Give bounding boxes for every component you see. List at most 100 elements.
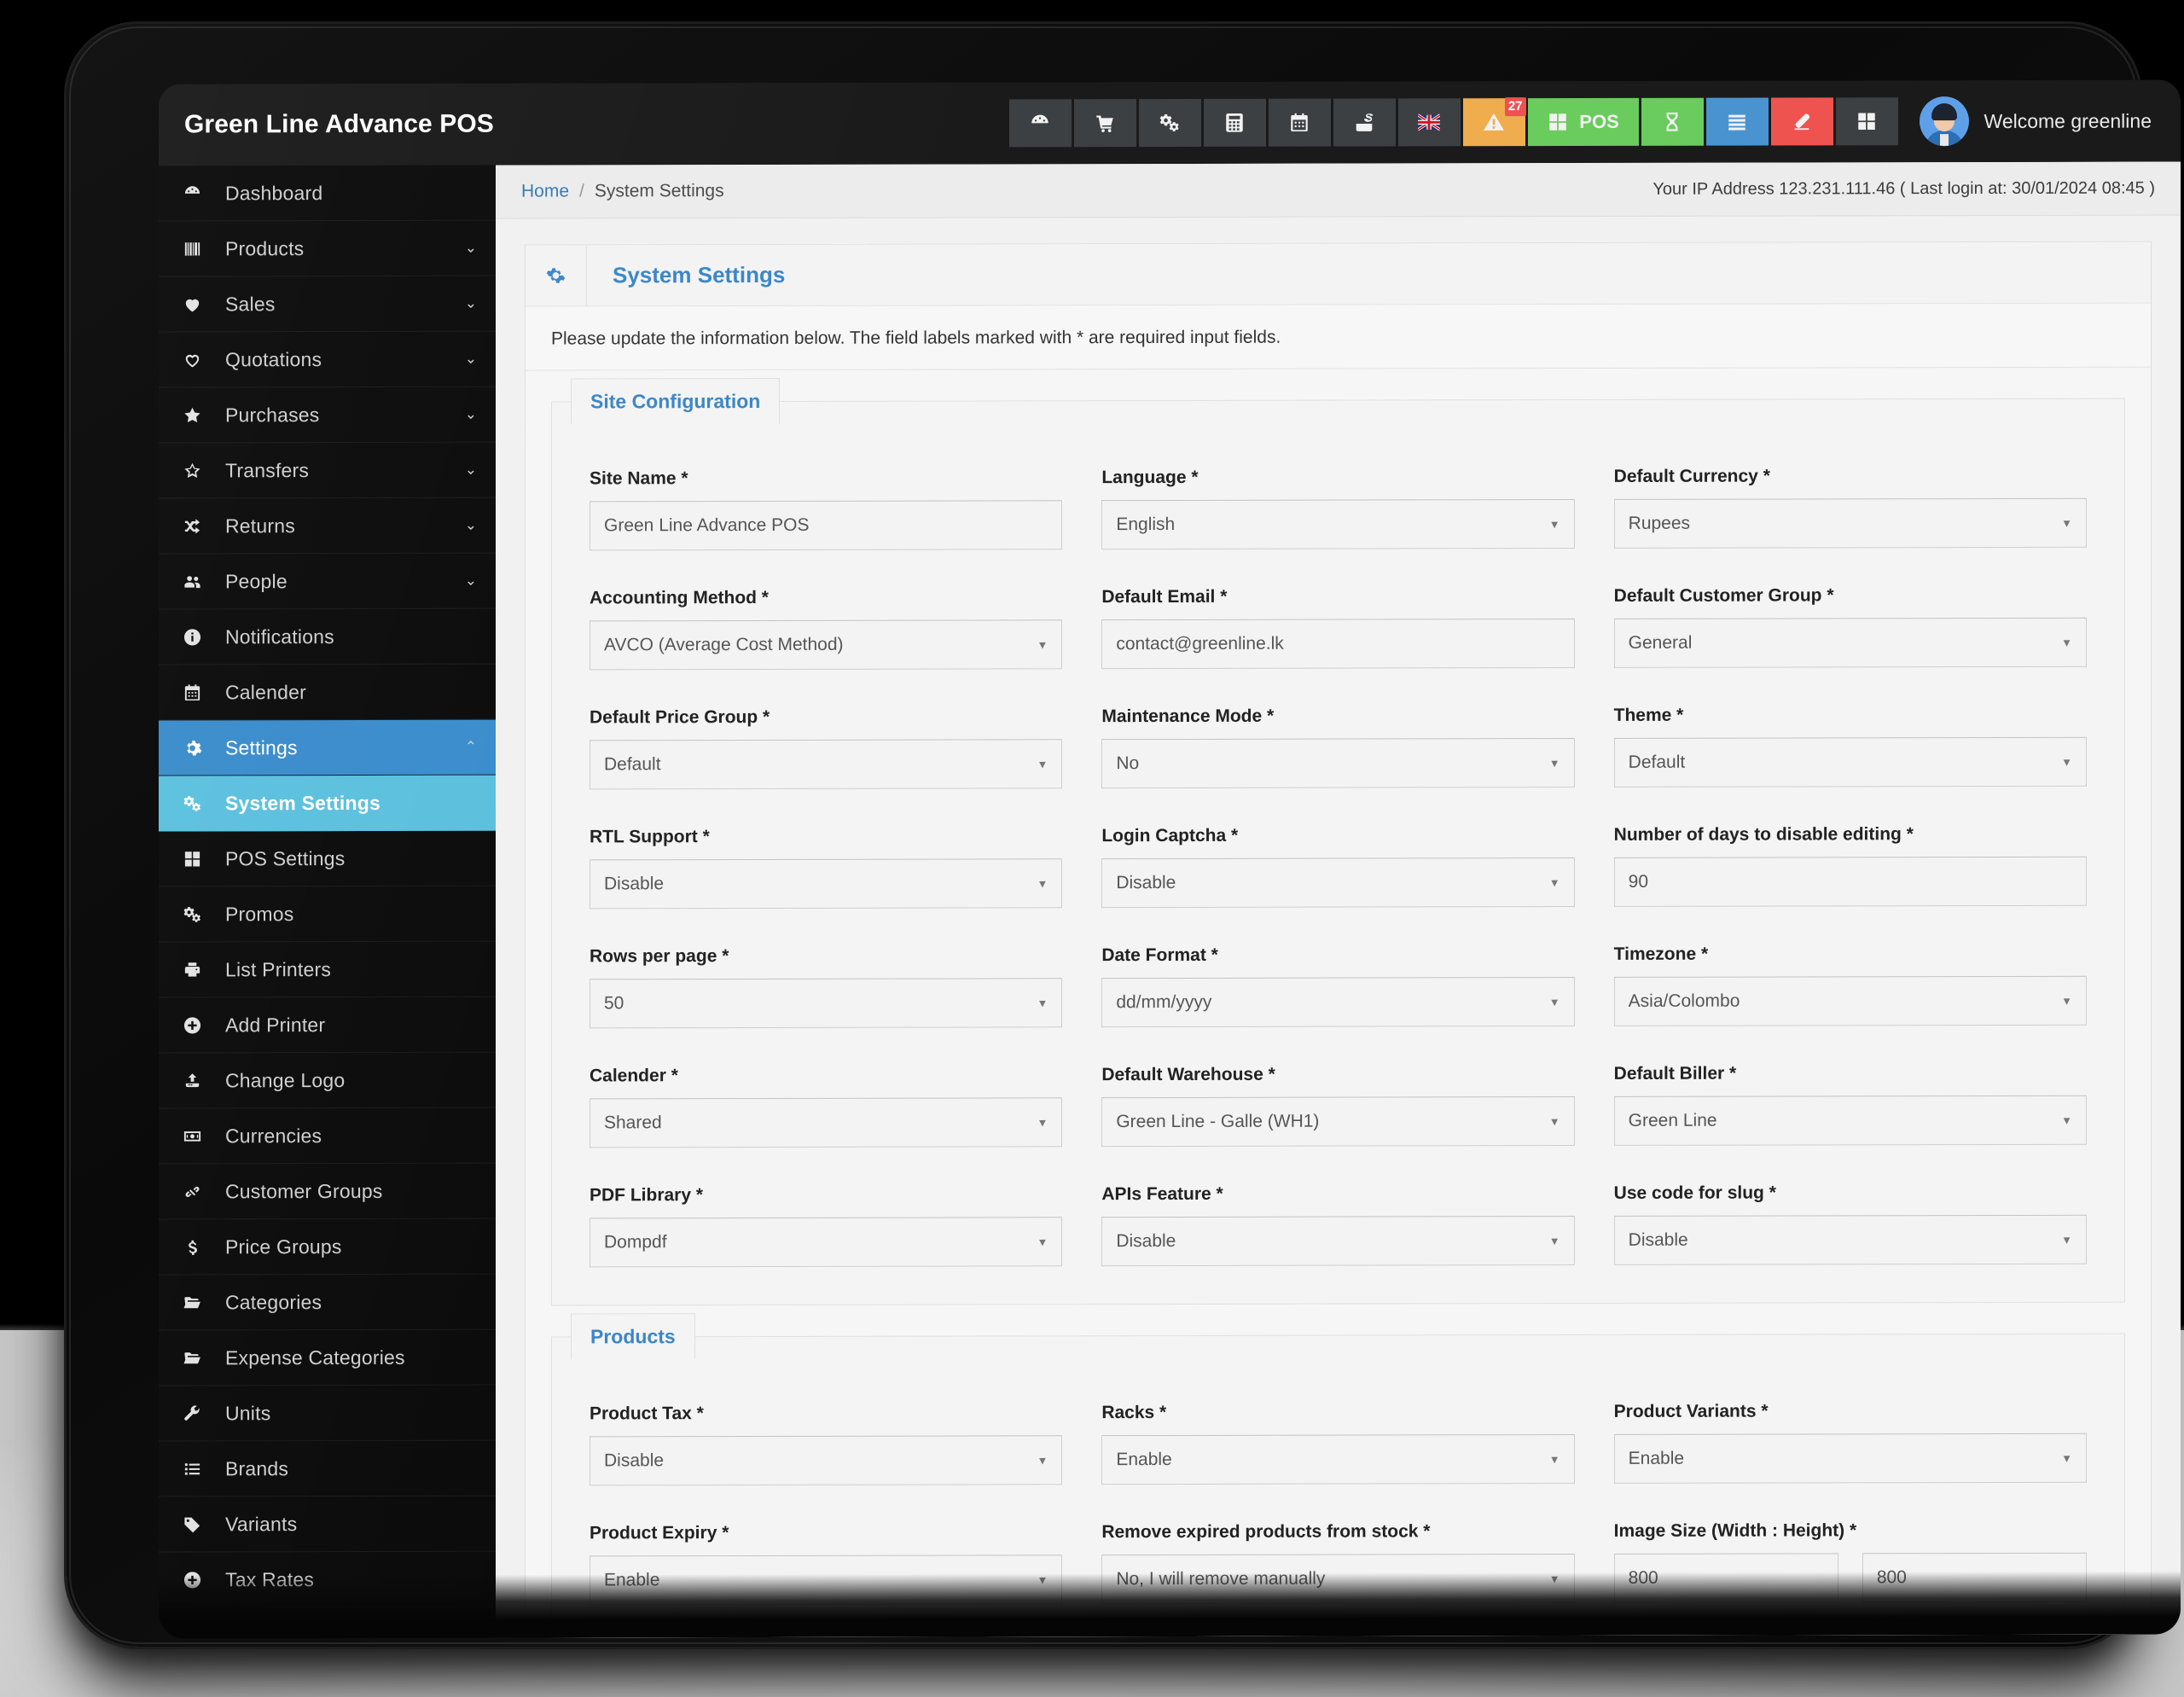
image-size-width-input[interactable]: 800: [1613, 1553, 1838, 1603]
sidebar-item-units[interactable]: Units: [159, 1385, 496, 1442]
sidebar-item-currencies[interactable]: Currencies: [159, 1107, 496, 1165]
gears-icon: [159, 904, 225, 924]
form-field: Date Format * dd/mm/yyyy ▼: [1101, 907, 1575, 1028]
pos-button[interactable]: POS: [1527, 97, 1639, 147]
calendar-icon[interactable]: [1268, 98, 1331, 147]
sidebar-item-change-logo[interactable]: Change Logo: [159, 1052, 496, 1109]
select-dropdown[interactable]: Disable ▼: [590, 858, 1063, 910]
listul-icon: [159, 1459, 225, 1479]
field-value: 800: [1876, 1567, 1907, 1588]
field-label: RTL Support *: [590, 827, 710, 847]
plus-icon: [159, 1015, 225, 1035]
sidebar-item-promos[interactable]: Promos: [159, 886, 496, 943]
select-dropdown[interactable]: Enable ▼: [1101, 1434, 1575, 1485]
apps-grid-icon[interactable]: [1835, 97, 1898, 146]
text-input[interactable]: Green Line Advance POS: [590, 500, 1063, 551]
chevron-down-icon: ▼: [2061, 636, 2072, 649]
sidebar-item-people[interactable]: People ⌄: [159, 553, 496, 610]
select-dropdown[interactable]: AVCO (Average Cost Method) ▼: [590, 619, 1063, 671]
sidebar-item-brands[interactable]: Brands: [159, 1440, 496, 1497]
eraser-icon[interactable]: [1770, 97, 1833, 146]
select-dropdown[interactable]: General ▼: [1613, 617, 2087, 668]
sidebar-item-label: People: [225, 569, 288, 592]
dashboard-icon[interactable]: [1008, 99, 1072, 148]
image-size-height-input[interactable]: 800: [1862, 1552, 2087, 1603]
field-label: Date Format *: [1101, 944, 1218, 966]
chevron-down-icon: ▼: [1037, 637, 1048, 651]
sidebar-item-add-printer[interactable]: Add Printer: [159, 997, 496, 1054]
select-dropdown[interactable]: dd/mm/yyyy ▼: [1101, 977, 1575, 1028]
select-dropdown[interactable]: Asia/Colombo ▼: [1613, 975, 2087, 1026]
sidebar-item-label: Brands: [225, 1456, 289, 1479]
select-dropdown[interactable]: Default ▼: [1613, 736, 2087, 787]
select-dropdown[interactable]: Disable ▼: [1613, 1214, 2087, 1265]
sidebar-item-sales[interactable]: Sales ⌄: [159, 276, 496, 333]
form-field: Default Customer Group * General ▼: [1613, 548, 2087, 668]
gears-icon[interactable]: [1138, 98, 1201, 148]
select-dropdown[interactable]: Rupees ▼: [1613, 497, 2087, 549]
select-dropdown[interactable]: No, I will remove manually ▼: [1101, 1554, 1575, 1605]
sidebar-item-label: Price Groups: [225, 1235, 342, 1258]
form-field: Default Price Group * Default ▼: [590, 669, 1063, 790]
select-dropdown[interactable]: Shared ▼: [590, 1097, 1063, 1148]
field-value: Enable: [1628, 1448, 1685, 1468]
chevron-down-icon: ▼: [1037, 1453, 1048, 1467]
notification-badge: 27: [1504, 97, 1526, 117]
select-dropdown[interactable]: Default ▼: [590, 739, 1063, 790]
form-field: Login Captcha * Disable ▼: [1101, 787, 1575, 909]
sidebar-item-label: Add Printer: [225, 1013, 326, 1036]
sidebar-item-customer-groups[interactable]: Customer Groups: [159, 1163, 496, 1220]
sidebar-item-notifications[interactable]: Notifications: [159, 608, 496, 665]
alerts-icon[interactable]: 27: [1462, 97, 1526, 147]
sidebar-item-system-settings[interactable]: System Settings: [159, 775, 496, 832]
settings-panel: System Settings Please update the inform…: [525, 241, 2152, 1638]
cart-icon[interactable]: [1073, 99, 1136, 148]
select-dropdown[interactable]: Dompdf ▼: [590, 1217, 1063, 1268]
star-icon: [159, 405, 225, 425]
notes-icon[interactable]: [1333, 98, 1396, 147]
sidebar-item-calender[interactable]: Calender: [159, 664, 496, 721]
select-dropdown[interactable]: Disable ▼: [1101, 857, 1575, 909]
sidebar-item-quotations[interactable]: Quotations ⌄: [159, 331, 496, 388]
chevron-down-icon: ▼: [2061, 1113, 2072, 1127]
user-menu[interactable]: Welcome greenline: [1901, 96, 2181, 147]
sidebar-item-tax-rates[interactable]: Tax Rates: [159, 1551, 496, 1608]
select-dropdown[interactable]: 50 ▼: [590, 978, 1063, 1029]
language-flag-icon[interactable]: [1397, 98, 1461, 147]
form-field: Product Tax * Disable ▼: [590, 1365, 1063, 1486]
field-label: Default Biller *: [1613, 1063, 1737, 1084]
form-field: PDF Library * Dompdf ▼: [590, 1147, 1063, 1268]
sidebar-item-list-printers[interactable]: List Printers: [159, 941, 496, 998]
sidebar-item-expense-categories[interactable]: Expense Categories: [159, 1329, 496, 1386]
text-input[interactable]: contact@greenline.lk: [1101, 619, 1575, 670]
field-value: Shared: [604, 1113, 662, 1133]
sidebar-item-returns[interactable]: Returns ⌄: [159, 497, 496, 555]
breadcrumb-home[interactable]: Home: [521, 181, 569, 201]
gear-icon: [526, 244, 587, 307]
sidebar-item-price-groups[interactable]: Price Groups: [159, 1218, 496, 1276]
text-input[interactable]: 90: [1613, 856, 2087, 907]
select-dropdown[interactable]: Green Line ▼: [1613, 1095, 2087, 1146]
select-dropdown[interactable]: Enable ▼: [1613, 1433, 2087, 1484]
hourglass-icon[interactable]: [1641, 97, 1704, 146]
sidebar-item-products[interactable]: Products ⌄: [159, 220, 496, 277]
chevron-down-icon: ▼: [1548, 875, 1560, 889]
form-field: Calender * Shared ▼: [590, 1027, 1063, 1148]
list-icon[interactable]: [1705, 97, 1769, 146]
sidebar-item-transfers[interactable]: Transfers ⌄: [159, 442, 496, 499]
select-dropdown[interactable]: English ▼: [1101, 499, 1575, 550]
sidebar-item-categories[interactable]: Categories: [159, 1274, 496, 1331]
sidebar-item-purchases[interactable]: Purchases ⌄: [159, 386, 496, 444]
select-dropdown[interactable]: Disable ▼: [590, 1435, 1063, 1486]
sidebar-item-settings[interactable]: Settings ⌃: [159, 719, 496, 776]
sidebar-item-variants[interactable]: Variants: [159, 1496, 496, 1553]
select-dropdown[interactable]: Disable ▼: [1101, 1216, 1575, 1267]
field-label: Accounting Method *: [590, 587, 769, 608]
select-dropdown[interactable]: No ▼: [1101, 738, 1575, 789]
field-label: Default Email *: [1101, 586, 1228, 607]
select-dropdown[interactable]: Enable ▼: [590, 1555, 1063, 1606]
select-dropdown[interactable]: Green Line - Galle (WH1) ▼: [1101, 1096, 1575, 1148]
sidebar-item-dashboard[interactable]: Dashboard: [159, 165, 496, 222]
calculator-icon[interactable]: [1203, 98, 1266, 147]
sidebar-item-pos-settings[interactable]: POS Settings: [159, 830, 496, 887]
